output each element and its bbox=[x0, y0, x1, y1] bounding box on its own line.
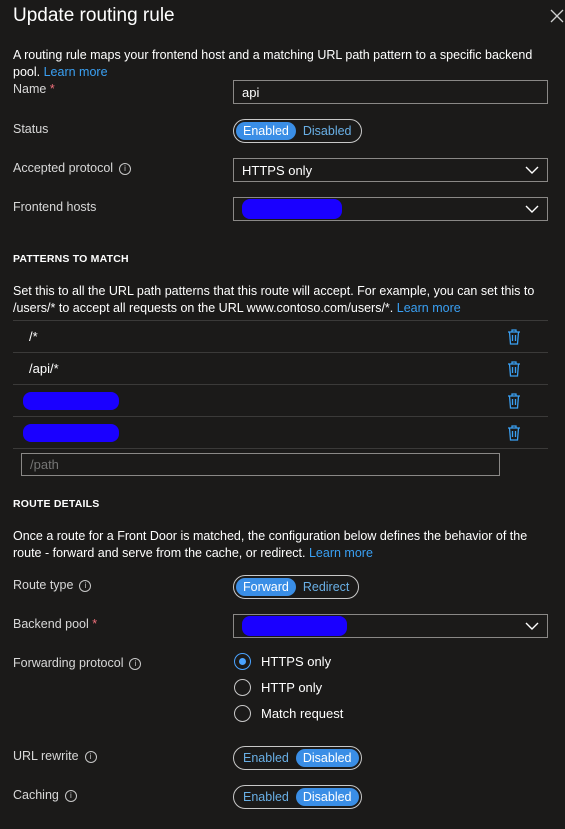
required-mark: * bbox=[92, 617, 98, 631]
route-type-forward-option[interactable]: Forward bbox=[236, 578, 296, 596]
route-description: Once a route for a Front Door is matched… bbox=[13, 528, 553, 562]
url-rewrite-toggle[interactable]: Enabled Disabled bbox=[233, 746, 362, 770]
forwarding-protocol-label-text: Forwarding protocol bbox=[13, 656, 124, 670]
caching-label: Caching i bbox=[13, 788, 77, 802]
name-input[interactable]: api bbox=[233, 80, 548, 104]
backend-pool-label-text: Backend pool bbox=[13, 617, 89, 631]
delete-icon[interactable] bbox=[507, 360, 521, 377]
url-rewrite-disabled-option[interactable]: Disabled bbox=[295, 749, 359, 767]
url-rewrite-label: URL rewrite i bbox=[13, 749, 97, 763]
info-icon: i bbox=[84, 751, 97, 763]
pattern-value: /* bbox=[29, 329, 38, 344]
route-text: Once a route for a Front Door is matched… bbox=[13, 529, 528, 560]
info-icon: i bbox=[129, 658, 142, 670]
status-label: Status bbox=[13, 122, 49, 136]
status-toggle[interactable]: Enabled Disabled bbox=[233, 119, 362, 143]
caching-toggle[interactable]: Enabled Disabled bbox=[233, 785, 362, 809]
route-type-label-text: Route type bbox=[13, 578, 74, 592]
redacted-value bbox=[242, 616, 347, 636]
delete-icon[interactable] bbox=[507, 328, 521, 345]
radio-circle bbox=[234, 705, 251, 722]
name-label: Name * bbox=[13, 82, 55, 96]
redacted-value bbox=[23, 391, 119, 410]
name-label-text: Name bbox=[13, 82, 47, 96]
new-pattern-input[interactable] bbox=[21, 453, 500, 476]
url-rewrite-enabled-option[interactable]: Enabled bbox=[236, 749, 296, 767]
frontend-hosts-select[interactable] bbox=[233, 197, 548, 221]
pattern-row bbox=[13, 416, 548, 449]
caching-label-text: Caching bbox=[13, 788, 59, 802]
info-icon: i bbox=[64, 790, 77, 802]
intro-learn-more-link[interactable]: Learn more bbox=[44, 65, 108, 79]
forwarding-http-radio[interactable]: HTTP only bbox=[234, 679, 322, 696]
route-details-heading: ROUTE DETAILS bbox=[13, 498, 100, 510]
info-icon: i bbox=[79, 580, 92, 592]
chevron-down-icon bbox=[525, 205, 539, 213]
pattern-row: /api/* bbox=[13, 352, 548, 384]
redacted-value bbox=[242, 199, 342, 219]
required-mark: * bbox=[49, 82, 55, 96]
route-type-redirect-option[interactable]: Redirect bbox=[296, 578, 357, 596]
pattern-row bbox=[13, 384, 548, 416]
panel-title: Update routing rule bbox=[13, 5, 175, 26]
patterns-heading: PATTERNS TO MATCH bbox=[13, 253, 129, 265]
accepted-protocol-select[interactable]: HTTPS only bbox=[233, 158, 548, 182]
delete-icon[interactable] bbox=[507, 424, 521, 441]
delete-icon[interactable] bbox=[507, 392, 521, 409]
accepted-protocol-label: Accepted protocol i bbox=[13, 161, 132, 175]
pattern-row: /* bbox=[13, 320, 548, 352]
patterns-description: Set this to all the URL path patterns th… bbox=[13, 283, 553, 317]
patterns-learn-more-link[interactable]: Learn more bbox=[397, 301, 461, 315]
chevron-down-icon bbox=[525, 622, 539, 630]
chevron-down-icon bbox=[525, 166, 539, 174]
caching-disabled-option[interactable]: Disabled bbox=[295, 788, 359, 806]
radio-circle bbox=[234, 653, 251, 670]
accepted-protocol-value: HTTPS only bbox=[242, 162, 313, 178]
radio-label: Match request bbox=[261, 706, 344, 721]
backend-pool-select[interactable] bbox=[233, 614, 548, 638]
route-type-toggle[interactable]: Forward Redirect bbox=[233, 575, 360, 599]
caching-enabled-option[interactable]: Enabled bbox=[236, 788, 296, 806]
forwarding-match-radio[interactable]: Match request bbox=[234, 705, 343, 722]
redacted-value bbox=[23, 423, 119, 442]
backend-pool-label: Backend pool * bbox=[13, 617, 97, 631]
accepted-protocol-label-text: Accepted protocol bbox=[13, 161, 114, 175]
status-enabled-option[interactable]: Enabled bbox=[236, 122, 296, 140]
info-icon: i bbox=[119, 163, 132, 175]
forwarding-protocol-label: Forwarding protocol i bbox=[13, 656, 142, 670]
radio-label: HTTPS only bbox=[261, 654, 332, 669]
radio-circle bbox=[234, 679, 251, 696]
route-learn-more-link[interactable]: Learn more bbox=[309, 546, 373, 560]
intro-description: A routing rule maps your frontend host a… bbox=[13, 47, 553, 81]
radio-label: HTTP only bbox=[261, 680, 323, 695]
forwarding-https-radio[interactable]: HTTPS only bbox=[234, 653, 331, 670]
route-type-label: Route type i bbox=[13, 578, 92, 592]
pattern-value: /api/* bbox=[29, 361, 59, 376]
url-rewrite-label-text: URL rewrite bbox=[13, 749, 79, 763]
status-disabled-option[interactable]: Disabled bbox=[296, 122, 359, 140]
frontend-hosts-label: Frontend hosts bbox=[13, 200, 97, 214]
name-input-value: api bbox=[242, 84, 260, 100]
close-icon[interactable] bbox=[549, 8, 565, 24]
